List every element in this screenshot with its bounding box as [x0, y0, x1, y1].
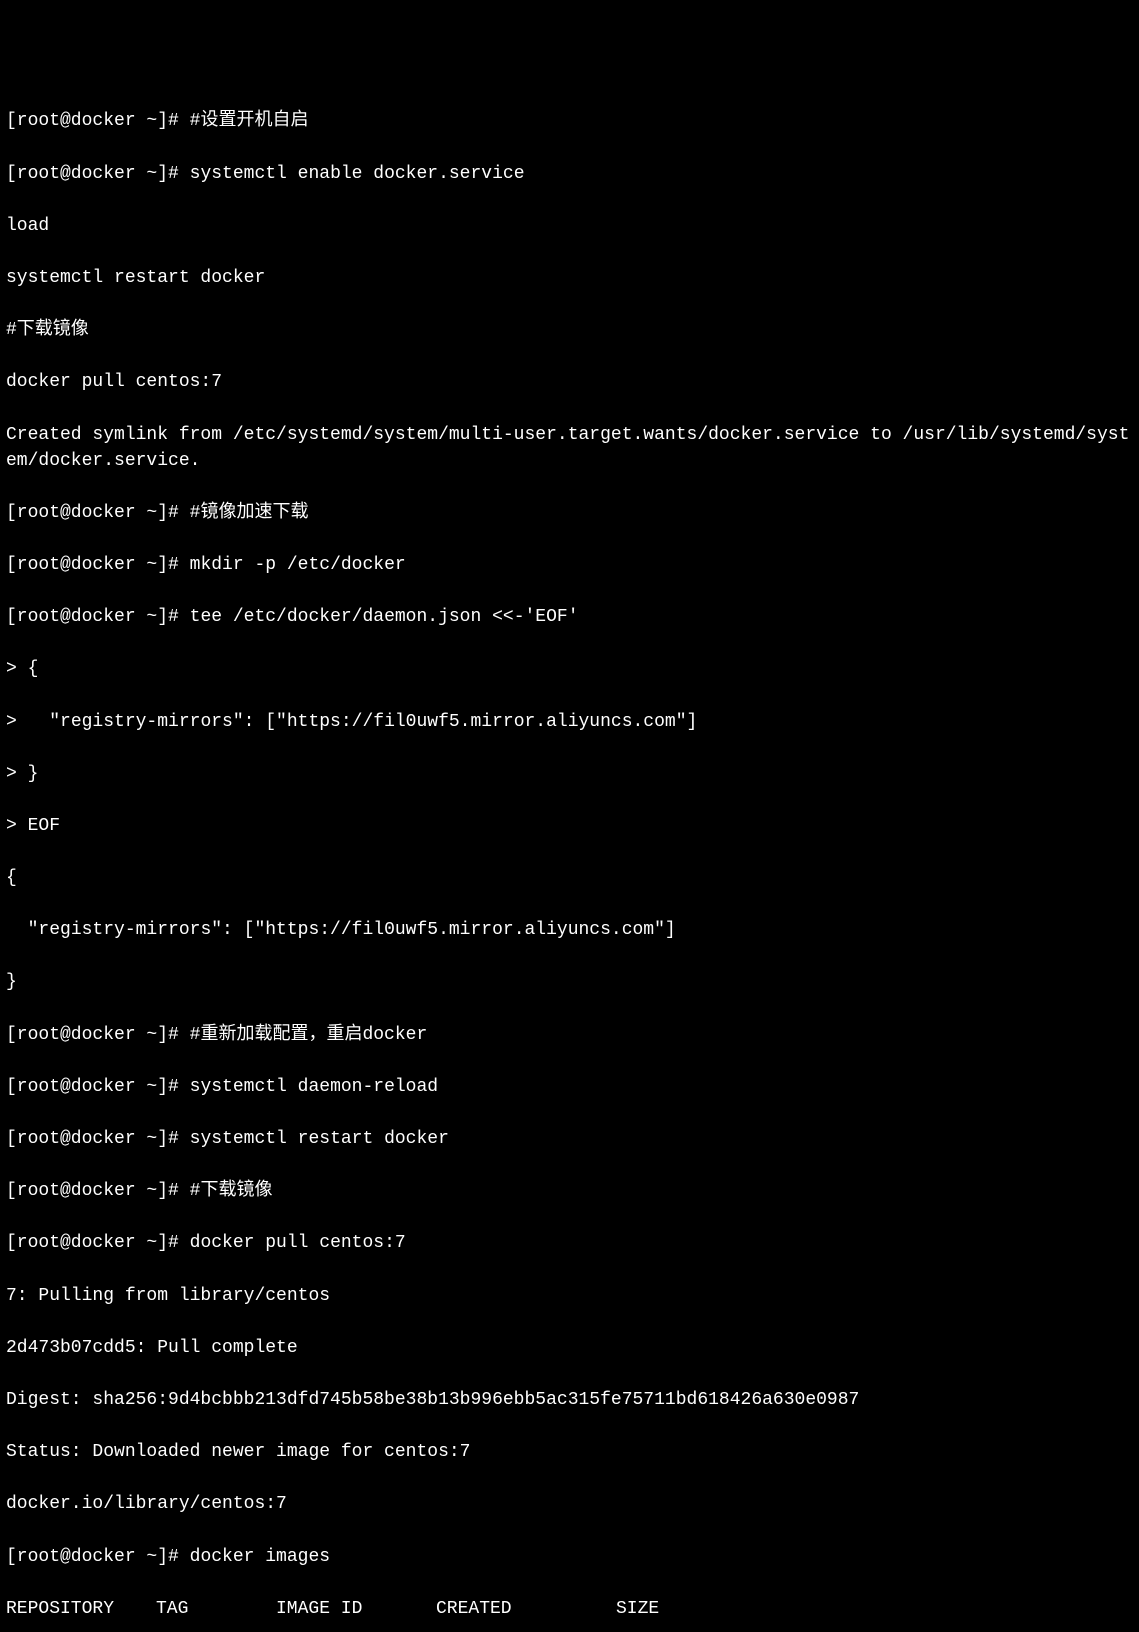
heredoc-content: "registry-mirrors": ["https://fil0uwf5.m…	[28, 712, 698, 732]
output-line: docker.io/library/centos:7	[6, 1491, 1133, 1517]
terminal-line: [root@docker ~]# systemctl restart docke…	[6, 1126, 1133, 1152]
output-line: }	[6, 969, 1133, 995]
command-comment: #重新加载配置，重启docker	[190, 1025, 428, 1045]
heredoc-line: > EOF	[6, 813, 1133, 839]
command: systemctl enable docker.service	[190, 164, 525, 184]
shell-prompt: [root@docker ~]#	[6, 164, 190, 184]
output-line: Status: Downloaded newer image for cento…	[6, 1439, 1133, 1465]
output-line: #下载镜像	[6, 317, 1133, 343]
command: docker images	[190, 1547, 330, 1567]
terminal-line: [root@docker ~]# systemctl enable docker…	[6, 161, 1133, 187]
shell-prompt: [root@docker ~]#	[6, 555, 190, 575]
output-line: Digest: sha256:9d4bcbbb213dfd745b58be38b…	[6, 1387, 1133, 1413]
terminal-line: [root@docker ~]# mkdir -p /etc/docker	[6, 552, 1133, 578]
command: systemctl daemon-reload	[190, 1077, 438, 1097]
shell-prompt: [root@docker ~]#	[6, 1025, 190, 1045]
command: docker pull centos:7	[190, 1233, 406, 1253]
output-line: systemctl restart docker	[6, 265, 1133, 291]
terminal-line: [root@docker ~]# docker images	[6, 1544, 1133, 1570]
output-line: 7: Pulling from library/centos	[6, 1283, 1133, 1309]
output-line: load	[6, 213, 1133, 239]
command: mkdir -p /etc/docker	[190, 555, 406, 575]
shell-prompt: [root@docker ~]#	[6, 503, 190, 523]
shell-prompt: [root@docker ~]#	[6, 1233, 190, 1253]
heredoc-line: > {	[6, 656, 1133, 682]
table-header-size: SIZE	[616, 1596, 716, 1622]
heredoc-content: {	[28, 659, 39, 679]
terminal-line: [root@docker ~]# systemctl daemon-reload	[6, 1074, 1133, 1100]
heredoc-prompt: >	[6, 712, 28, 732]
table-header-imageid: IMAGE ID	[276, 1596, 436, 1622]
shell-prompt: [root@docker ~]#	[6, 1547, 190, 1567]
command-comment: #下载镜像	[190, 1181, 273, 1201]
table-header-row: REPOSITORYTAGIMAGE IDCREATEDSIZE	[6, 1596, 1133, 1622]
terminal-line: [root@docker ~]# #设置开机自启	[6, 108, 1133, 134]
output-line: Created symlink from /etc/systemd/system…	[6, 422, 1133, 474]
table-header-tag: TAG	[156, 1596, 276, 1622]
terminal-line: [root@docker ~]# #重新加载配置，重启docker	[6, 1022, 1133, 1048]
shell-prompt: [root@docker ~]#	[6, 1129, 190, 1149]
heredoc-prompt: >	[6, 764, 28, 784]
command: tee /etc/docker/daemon.json <<-'EOF'	[190, 607, 579, 627]
heredoc-line: > }	[6, 761, 1133, 787]
heredoc-line: > "registry-mirrors": ["https://fil0uwf5…	[6, 709, 1133, 735]
shell-prompt: [root@docker ~]#	[6, 111, 190, 131]
heredoc-content: }	[28, 764, 39, 784]
terminal-line: [root@docker ~]# #下载镜像	[6, 1178, 1133, 1204]
output-line: docker pull centos:7	[6, 369, 1133, 395]
terminal-line: [root@docker ~]# #镜像加速下载	[6, 500, 1133, 526]
command: systemctl restart docker	[190, 1129, 449, 1149]
terminal-line: [root@docker ~]# tee /etc/docker/daemon.…	[6, 604, 1133, 630]
command-comment: #设置开机自启	[190, 111, 309, 131]
heredoc-prompt: >	[6, 659, 28, 679]
output-line: "registry-mirrors": ["https://fil0uwf5.m…	[6, 917, 1133, 943]
output-line: 2d473b07cdd5: Pull complete	[6, 1335, 1133, 1361]
shell-prompt: [root@docker ~]#	[6, 1077, 190, 1097]
heredoc-prompt: >	[6, 816, 28, 836]
heredoc-content: EOF	[28, 816, 60, 836]
terminal-line: [root@docker ~]# docker pull centos:7	[6, 1230, 1133, 1256]
shell-prompt: [root@docker ~]#	[6, 1181, 190, 1201]
table-header-created: CREATED	[436, 1596, 616, 1622]
output-line: {	[6, 865, 1133, 891]
table-header-repository: REPOSITORY	[6, 1596, 156, 1622]
shell-prompt: [root@docker ~]#	[6, 607, 190, 627]
command-comment: #镜像加速下载	[190, 503, 309, 523]
